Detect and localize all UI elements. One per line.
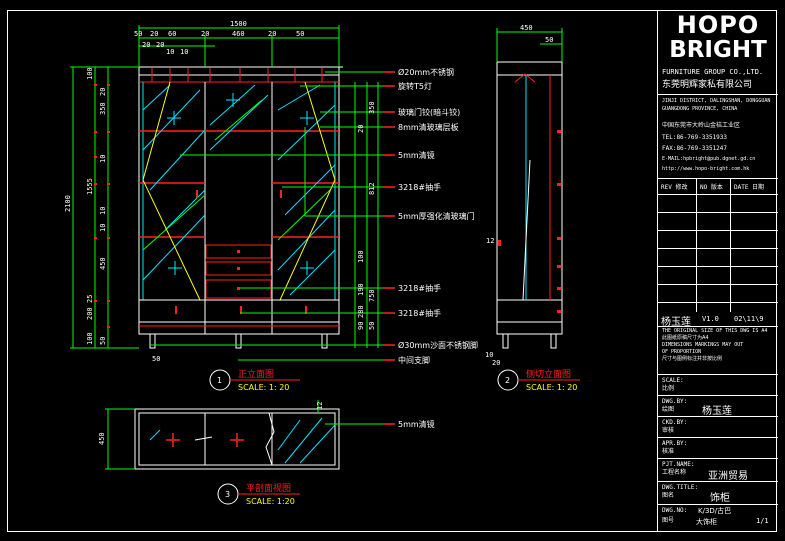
field-label-en: CKD.BY: bbox=[662, 419, 688, 426]
note-line: DIMENSIONS MARKINGS MAY OUT bbox=[662, 342, 744, 348]
rev-header: NO 版本 bbox=[700, 184, 723, 191]
field-label-en: SCALE: bbox=[662, 377, 684, 384]
field-label-cn: 绘图 bbox=[662, 406, 675, 413]
company-logo: HOPO BRIGHT bbox=[658, 12, 778, 62]
note-line: THE ORIGINAL SIZE OF THIS DWG IS A4 bbox=[662, 328, 768, 334]
field-label-cn: 审核 bbox=[662, 427, 675, 434]
address-line: 中国东莞市大岭山金桔工业区 bbox=[662, 122, 741, 129]
page-number: 1/1 bbox=[756, 517, 769, 525]
address-line: http://www.hopo-bright.com.hk bbox=[662, 166, 750, 172]
field-label-cn: 比例 bbox=[662, 385, 675, 392]
note-line: 此图纸原稿尺寸为A4 bbox=[662, 335, 709, 341]
field-value: 大饰柜 bbox=[696, 518, 717, 526]
rev-header: DATE 日期 bbox=[734, 184, 765, 191]
address-line: FAX:86-769-3351247 bbox=[662, 145, 728, 152]
version: V1.0 bbox=[702, 315, 719, 323]
field-label-cn: 图号 bbox=[662, 517, 675, 524]
field-label-cn: 工程名称 bbox=[662, 469, 687, 476]
field-label-en: DWG.BY: bbox=[662, 398, 688, 405]
field-label-cn: 核准 bbox=[662, 448, 675, 455]
address-line: GUANGDONG PROVINCE, CHINA bbox=[662, 106, 738, 112]
address-line: E-MAIL:hpbright@pub.dgnet.gd.cn bbox=[662, 156, 756, 162]
title-block: HOPO BRIGHT FURNITURE GROUP CO.,LTD. 东莞明… bbox=[657, 10, 778, 532]
logo-line1: HOPO bbox=[676, 11, 760, 39]
field-value: K/3D/古巴 bbox=[698, 507, 732, 515]
field-label-en: APR.BY: bbox=[662, 440, 688, 447]
address-line: TEL:86-769-3351933 bbox=[662, 134, 728, 141]
note-line: OF PROPORTION bbox=[662, 349, 702, 355]
field-value: 亚洲贸易 bbox=[708, 471, 748, 482]
field-label-cn: 图名 bbox=[662, 492, 675, 499]
field-value: 杨玉莲 bbox=[702, 406, 732, 417]
company-en: FURNITURE GROUP CO.,LTD. bbox=[662, 68, 764, 76]
address-line: JINJI DISTRICT, DALINGSHAN, DONGGUAN bbox=[662, 98, 771, 104]
logo-line2: BRIGHT bbox=[669, 37, 767, 63]
field-label-en: PJT.NAME: bbox=[662, 461, 695, 468]
revision-date: 02\11\9 bbox=[734, 315, 764, 323]
rev-header: REV 修改 bbox=[661, 184, 688, 191]
field-label-en: DWG.TITLE: bbox=[662, 484, 699, 491]
company-cn: 东莞明辉家私有限公司 bbox=[662, 80, 753, 90]
note-line: 尺寸与图例标注并非按比例 bbox=[662, 356, 723, 362]
field-value: 饰柜 bbox=[710, 493, 730, 504]
field-label-en: DWG.NO: bbox=[662, 507, 688, 514]
